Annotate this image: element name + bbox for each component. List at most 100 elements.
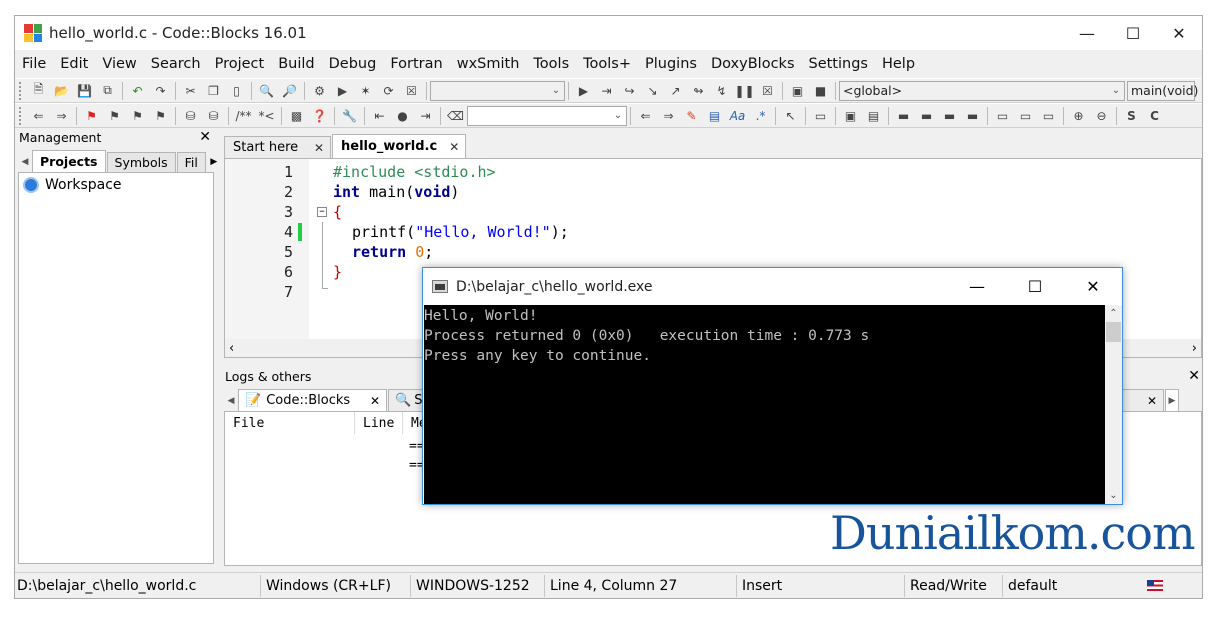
chevron-down-icon[interactable]: ⌄ — [1105, 487, 1122, 504]
build-target-combo[interactable]: ⌄ — [430, 80, 565, 101]
clear-search-icon[interactable]: ⌫ — [444, 105, 467, 126]
scope-combo[interactable]: <global> ⌄ — [839, 80, 1125, 101]
chevron-left-icon[interactable]: ◀ — [224, 391, 238, 411]
menu-plugins[interactable]: Plugins — [638, 56, 704, 72]
minimize-icon[interactable]: — — [1064, 16, 1110, 50]
close-icon[interactable]: ✕ — [1188, 368, 1200, 384]
console-scrollbar[interactable]: ⌃ ⌄ — [1105, 305, 1122, 504]
chevron-left-icon[interactable]: ◀ — [18, 152, 32, 172]
debug-step-instruction-icon[interactable]: ↯ — [710, 80, 733, 101]
menu-debug[interactable]: Debug — [322, 56, 384, 72]
search-prev-icon[interactable]: ⇐ — [634, 105, 657, 126]
console-output[interactable]: Hello, World! Process returned 0 (0x0) ex… — [424, 305, 1106, 504]
close-icon[interactable]: ✕ — [1156, 16, 1202, 50]
menu-build[interactable]: Build — [271, 56, 321, 72]
zoom-out-icon[interactable]: ⊖ — [1090, 105, 1113, 126]
menu-file[interactable]: File — [15, 56, 53, 72]
menu-settings[interactable]: Settings — [802, 56, 875, 72]
close-icon[interactable]: ✕ — [370, 394, 380, 408]
minimize-icon[interactable]: — — [948, 268, 1006, 305]
fold-minus-icon[interactable]: − — [311, 202, 333, 222]
frame-2-icon[interactable]: ▭ — [1014, 105, 1037, 126]
debug-run-to-cursor-icon[interactable]: ⇥ — [595, 80, 618, 101]
menu-tools[interactable]: Tools — [526, 56, 576, 72]
debug-pause-icon[interactable]: ❚❚ — [733, 80, 756, 101]
build-gear-icon[interactable]: ⚙ — [308, 80, 331, 101]
maximize-icon[interactable]: ☐ — [1006, 268, 1064, 305]
debug-forward-icon[interactable]: ⇥ — [414, 105, 437, 126]
tab-hello-world[interactable]: hello_world.c ✕ — [332, 134, 467, 158]
maximize-icon[interactable]: ☐ — [1110, 16, 1156, 50]
jump-forward-icon[interactable]: ⇒ — [50, 105, 73, 126]
menu-doxyblocks[interactable]: DoxyBlocks — [704, 56, 802, 72]
doxy-inline-comment-button[interactable]: *< — [255, 105, 278, 126]
s-icon[interactable]: S — [1120, 105, 1143, 126]
database-export-icon[interactable]: ⛁ — [202, 105, 225, 126]
debug-prev-icon[interactable]: ⇤ — [368, 105, 391, 126]
c-icon[interactable]: C — [1143, 105, 1166, 126]
replace-icon[interactable]: 🔎 — [278, 80, 301, 101]
symbol-combo[interactable]: main(void) — [1127, 80, 1198, 101]
zoom-in-icon[interactable]: ⊕ — [1067, 105, 1090, 126]
cut-icon[interactable]: ✂ — [179, 80, 202, 101]
rebuild-icon[interactable]: ⟳ — [377, 80, 400, 101]
debug-next-line-icon[interactable]: ↪ — [618, 80, 641, 101]
column-file[interactable]: File — [225, 412, 355, 434]
find-icon[interactable]: 🔍 — [255, 80, 278, 101]
bookmark-prev-icon[interactable]: ⚑ — [103, 105, 126, 126]
save-icon[interactable]: 💾 — [73, 80, 96, 101]
debug-next-instruction-icon[interactable]: ↬ — [687, 80, 710, 101]
undo-icon[interactable]: ↶ — [126, 80, 149, 101]
scrollbar-thumb[interactable] — [1106, 322, 1121, 342]
debug-info-icon[interactable]: ■ — [809, 80, 832, 101]
highlight-icon[interactable]: ✎ — [680, 105, 703, 126]
open-file-icon[interactable]: 📂 — [50, 80, 73, 101]
workspace-node[interactable]: Workspace — [23, 177, 213, 193]
jump-back-icon[interactable]: ⇐ — [27, 105, 50, 126]
frame-3-icon[interactable]: ▭ — [1037, 105, 1060, 126]
text-frame-icon[interactable]: ▤ — [862, 105, 885, 126]
save-all-icon[interactable]: ⧉ — [96, 80, 119, 101]
database-icon[interactable]: ⛁ — [179, 105, 202, 126]
search-next-icon[interactable]: ⇒ — [657, 105, 680, 126]
regex-icon[interactable]: .* — [749, 105, 772, 126]
tab-files[interactable]: Fil — [176, 152, 206, 172]
image-icon[interactable]: ▣ — [839, 105, 862, 126]
close-icon[interactable]: ✕ — [1147, 394, 1157, 408]
tab-codeblocks-log[interactable]: 📝 Code::Blocks ✕ — [238, 389, 387, 411]
bookmark-toggle-icon[interactable]: ⚑ — [80, 105, 103, 126]
close-icon[interactable]: ✕ — [314, 141, 324, 155]
doxy-comment-button[interactable]: /** — [232, 105, 255, 126]
layout-4-icon[interactable]: ▬ — [961, 105, 984, 126]
paste-icon[interactable]: ▯ — [225, 80, 248, 101]
abort-icon[interactable]: ☒ — [400, 80, 423, 101]
tab-start-here[interactable]: Start here ✕ — [224, 136, 331, 158]
debug-run-icon[interactable]: ▶ — [572, 80, 595, 101]
tab-projects[interactable]: Projects — [32, 150, 106, 172]
debug-step-out-icon[interactable]: ↗ — [664, 80, 687, 101]
debug-stop-icon[interactable]: ☒ — [756, 80, 779, 101]
close-icon[interactable]: ✕ — [199, 129, 211, 145]
debug-breakpoint-icon[interactable]: ● — [391, 105, 414, 126]
menu-help[interactable]: Help — [875, 56, 922, 72]
match-case-icon[interactable]: Aa — [726, 105, 749, 126]
menu-fortran[interactable]: Fortran — [383, 56, 449, 72]
selected-text-icon[interactable]: ▤ — [703, 105, 726, 126]
chevron-up-icon[interactable]: ⌃ — [1105, 305, 1122, 322]
layout-1-icon[interactable]: ▬ — [892, 105, 915, 126]
build-run-icon[interactable]: ✶ — [354, 80, 377, 101]
bookmark-next-icon[interactable]: ⚑ — [126, 105, 149, 126]
doxy-help-icon[interactable]: ❓ — [308, 105, 331, 126]
doxywizard-icon[interactable]: ▩ — [285, 105, 308, 126]
copy-icon[interactable]: ❐ — [202, 80, 225, 101]
incremental-search-combo[interactable]: ⌄ — [467, 105, 627, 126]
menu-wxsmith[interactable]: wxSmith — [450, 56, 527, 72]
chevron-right-icon[interactable]: ▶ — [1165, 389, 1179, 411]
pointer-icon[interactable]: ↖ — [779, 105, 802, 126]
chevron-right-icon[interactable]: ▶ — [207, 152, 221, 172]
shape-rect-icon[interactable]: ▭ — [809, 105, 832, 126]
menu-project[interactable]: Project — [208, 56, 272, 72]
scroll-right-icon[interactable]: › — [1192, 341, 1197, 356]
menu-tools-plus[interactable]: Tools+ — [576, 56, 638, 72]
bookmark-clear-icon[interactable]: ⚑ — [149, 105, 172, 126]
